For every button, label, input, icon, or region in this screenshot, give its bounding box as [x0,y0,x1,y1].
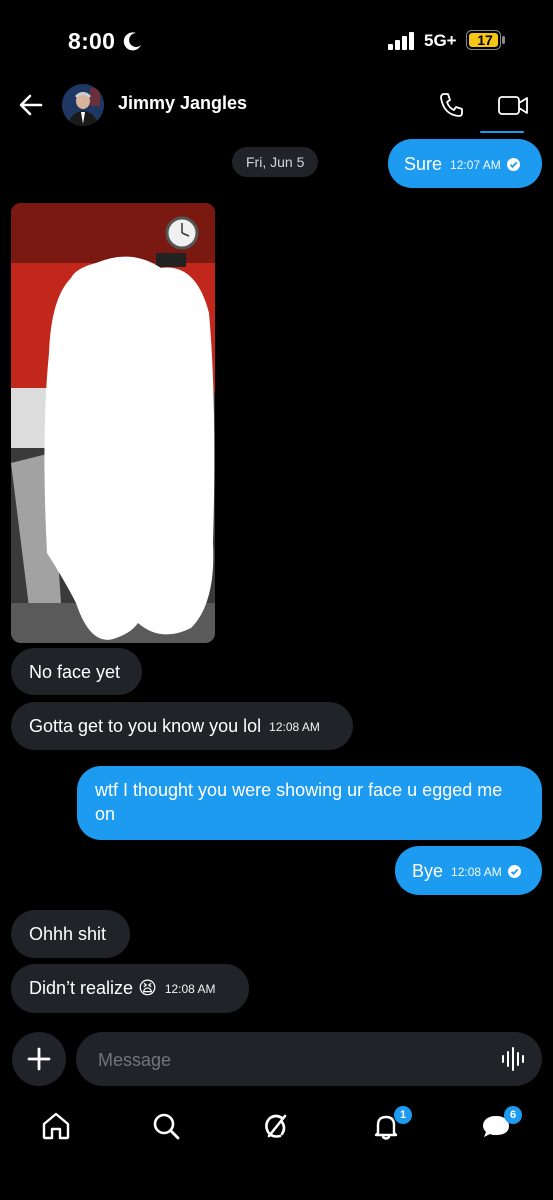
phone-call-icon[interactable] [436,90,466,120]
contact-name[interactable]: Jimmy Jangles [118,93,247,114]
message-bubble-incoming[interactable]: Ohhh shit [11,910,130,958]
home-icon[interactable] [40,1110,72,1142]
message-composer [76,1032,542,1088]
messages-badge: 6 [504,1106,522,1124]
read-receipt-icon [506,157,520,171]
message-photo[interactable] [11,203,215,643]
notifications-badge: 1 [394,1106,412,1124]
network-type: 5G+ [424,31,457,50]
message-text: Gotta get to you know you lol [29,716,262,736]
message-timestamp: 12:07 AM [450,158,501,173]
message-text: No face yet [29,662,121,682]
message-text: Ohhh shit [29,924,107,944]
grok-icon[interactable] [260,1110,292,1142]
header-active-indicator [480,131,524,133]
status-time: 8:00 [68,28,116,54]
contact-avatar[interactable] [62,84,104,126]
moon-icon [123,32,141,51]
battery-level: 17 [477,32,493,48]
message-timestamp: 12:08 AM [451,865,502,880]
read-receipt-icon [507,864,521,878]
back-arrow-icon[interactable] [16,90,46,120]
video-call-icon[interactable] [496,90,530,120]
message-text: Bye [412,861,444,881]
message-bubble-incoming[interactable]: Gotta get to you know you lol 12:08 AM [11,702,353,750]
message-bubble-outgoing[interactable]: wtf I thought you were showing ur face u… [77,766,542,840]
message-bubble-incoming[interactable]: Didn’t realize 😫 12:08 AM [11,964,249,1013]
message-bubble-incoming[interactable]: No face yet [11,648,142,695]
message-timestamp: 12:08 AM [164,982,216,997]
message-timestamp: 12:08 AM [269,720,320,735]
tired-face-emoji: 😫 [138,978,157,998]
cellular-signal-icon [388,32,414,50]
message-text: Sure [404,154,443,174]
attach-button[interactable] [12,1032,66,1086]
message-text: Didn’t realize [29,978,134,998]
plus-icon [27,1047,51,1071]
search-icon[interactable] [150,1110,182,1142]
message-input[interactable] [96,1032,490,1088]
message-bubble-outgoing[interactable]: Bye 12:08 AM [395,846,542,895]
date-divider: Fri, Jun 5 [232,147,319,177]
message-bubble-outgoing[interactable]: Sure 12:07 AM [388,139,542,188]
voice-message-icon[interactable] [500,1044,528,1074]
message-text: wtf I thought you were showing ur face u… [95,780,503,824]
